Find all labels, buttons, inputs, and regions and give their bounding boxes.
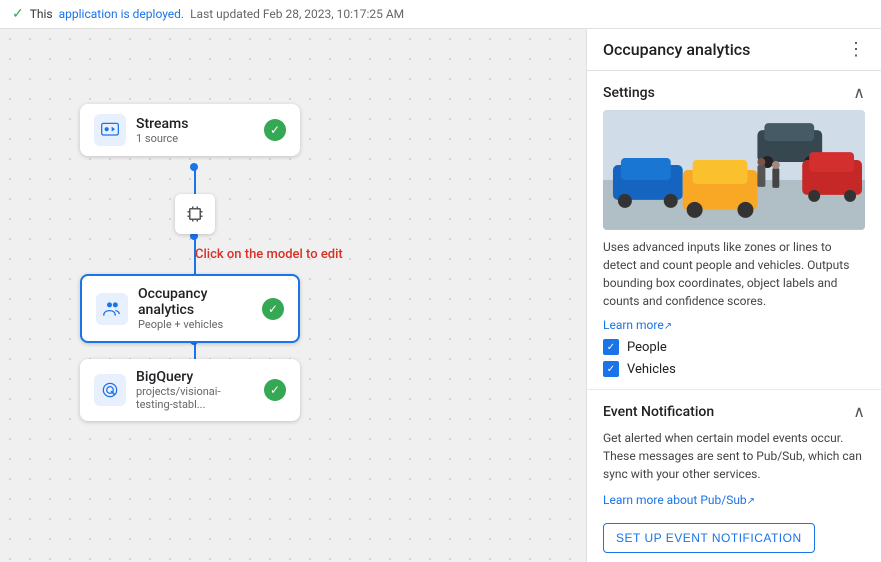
deployed-text: This [30, 7, 53, 21]
event-notification-header: Event Notification ∧ [603, 402, 865, 421]
streams-title: Streams [136, 116, 188, 132]
click-to-edit-annotation: Click on the model to edit [195, 247, 343, 262]
dot-1 [190, 163, 198, 171]
panel-title: Occupancy analytics [603, 40, 750, 59]
settings-section: Settings ∧ [587, 71, 881, 390]
event-notification-section: Event Notification ∧ Get alerted when ce… [587, 390, 881, 562]
bigquery-subtitle: projects/visionai-testing-stabl... [136, 385, 254, 411]
last-updated-text: Last updated Feb 28, 2023, 10:17:25 AM [190, 7, 404, 21]
occupancy-check-circle: ✓ [262, 298, 284, 320]
learn-more-link[interactable]: Learn more [603, 318, 672, 332]
right-panel: Occupancy analytics ⋮ Settings ∧ [586, 29, 881, 562]
event-notification-title: Event Notification [603, 404, 714, 420]
occupancy-icon [96, 293, 128, 325]
panel-header: Occupancy analytics ⋮ [587, 29, 881, 71]
settings-header: Settings ∧ [603, 83, 865, 102]
app-deployed-link[interactable]: application is deployed. [59, 7, 184, 21]
occupancy-node-info: Occupancy analytics People + vehicles [138, 286, 252, 331]
main-layout: Streams 1 source ✓ Click on the model to… [0, 29, 881, 562]
pub-sub-link[interactable]: Learn more about Pub/Sub [603, 493, 755, 507]
vehicles-label: Vehicles [627, 362, 676, 377]
streams-check-circle: ✓ [264, 119, 286, 141]
streams-check: ✓ [264, 119, 286, 141]
event-description: Get alerted when certain model events oc… [603, 429, 865, 483]
processor-node[interactable] [175, 194, 215, 234]
people-checkbox[interactable]: ✓ [603, 339, 619, 355]
vehicles-checkbox-row: ✓ Vehicles [603, 361, 865, 377]
people-checkbox-row: ✓ People [603, 339, 865, 355]
occupancy-subtitle: People + vehicles [138, 318, 252, 331]
top-bar: ✓ This application is deployed. Last upd… [0, 0, 881, 29]
occupancy-node[interactable]: Occupancy analytics People + vehicles ✓ [80, 274, 300, 343]
connector-1 [194, 167, 196, 195]
settings-title: Settings [603, 85, 655, 101]
streams-icon [94, 114, 126, 146]
settings-chevron-icon[interactable]: ∧ [853, 83, 865, 102]
bigquery-node-info: BigQuery projects/visionai-testing-stabl… [136, 369, 254, 411]
people-label: People [627, 340, 667, 355]
streams-node[interactable]: Streams 1 source ✓ [80, 104, 300, 156]
preview-image [603, 110, 865, 230]
deployed-icon: ✓ [12, 6, 24, 22]
streams-subtitle: 1 source [136, 132, 188, 145]
bigquery-check-circle: ✓ [264, 379, 286, 401]
event-chevron-icon[interactable]: ∧ [853, 402, 865, 421]
occupancy-check: ✓ [262, 298, 284, 320]
bigquery-node[interactable]: BigQuery projects/visionai-testing-stabl… [80, 359, 300, 421]
panel-menu-icon[interactable]: ⋮ [847, 39, 865, 60]
vehicles-checkbox[interactable]: ✓ [603, 361, 619, 377]
canvas-area: Streams 1 source ✓ Click on the model to… [0, 29, 586, 562]
setup-event-notification-button[interactable]: SET UP EVENT NOTIFICATION [603, 523, 815, 553]
occupancy-title: Occupancy analytics [138, 286, 252, 318]
streams-node-info: Streams 1 source [136, 116, 188, 145]
bigquery-check: ✓ [264, 379, 286, 401]
settings-description: Uses advanced inputs like zones or lines… [603, 238, 865, 310]
bigquery-icon [94, 374, 126, 406]
bigquery-title: BigQuery [136, 369, 254, 385]
